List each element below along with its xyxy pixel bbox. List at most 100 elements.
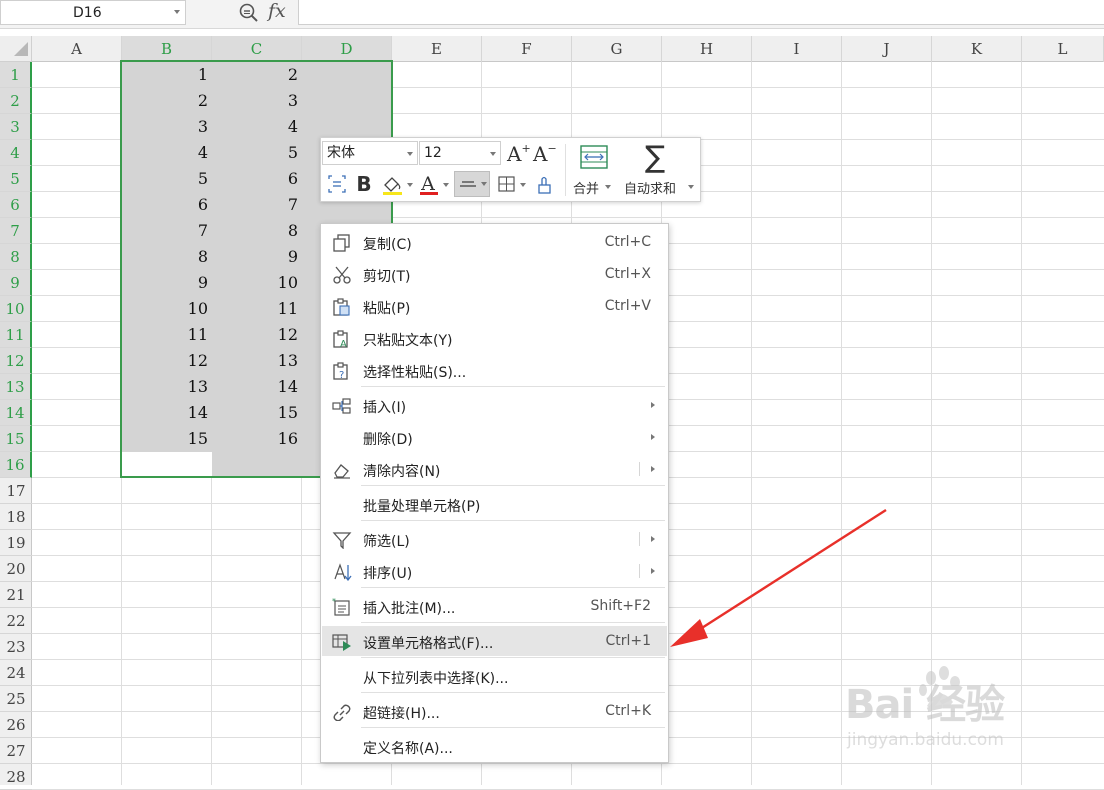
zoom-icon[interactable] (238, 2, 260, 24)
menu-item-label: 选择性粘贴(S)... (363, 365, 467, 381)
autosum-label[interactable]: 自动求和 (624, 178, 676, 197)
decrease-font-size-button[interactable]: A− (533, 142, 557, 166)
row-header-13[interactable]: 13 (0, 374, 32, 400)
submenu-divider (639, 564, 640, 578)
menu-item-7[interactable]: 删除(D) (322, 422, 667, 452)
row-header-24[interactable]: 24 (0, 660, 32, 686)
menu-item-6[interactable]: 插入(I) (322, 390, 667, 420)
borders-dropdown-icon[interactable] (520, 183, 526, 187)
row-header-5[interactable]: 5 (0, 166, 32, 192)
font-color-dropdown-icon[interactable] (443, 183, 449, 187)
menu-item-label: 排序(U) (363, 566, 413, 582)
bold-button[interactable]: B (354, 172, 374, 196)
row-header-21[interactable]: 21 (0, 582, 32, 608)
menu-item-12[interactable]: * 插入批注(M)... Shift+F2 (322, 591, 667, 621)
autosum-sigma-icon[interactable]: ∑ (645, 140, 665, 175)
row-header-18[interactable]: 18 (0, 504, 32, 530)
column-header-D[interactable]: D (302, 36, 392, 62)
decrease-font-icon: A (533, 142, 548, 166)
menu-item-10[interactable]: 筛选(L) (322, 524, 667, 554)
menu-item-4[interactable]: A 只粘贴文本(Y) (322, 323, 667, 353)
font-size-select[interactable]: 12 (419, 141, 501, 165)
menu-item-label: 插入(I) (363, 400, 407, 416)
menu-separator (361, 587, 665, 588)
toolbar-divider (565, 144, 566, 196)
menu-item-8[interactable]: 清除内容(N) (322, 454, 667, 484)
autosum-dropdown-icon[interactable] (688, 185, 694, 189)
row-header-22[interactable]: 22 (0, 608, 32, 634)
menu-item-label: 只粘贴文本(Y) (363, 333, 453, 349)
column-header-H[interactable]: H (662, 36, 752, 62)
row-header-6[interactable]: 6 (0, 192, 32, 218)
row-header-17[interactable]: 17 (0, 478, 32, 504)
menu-separator (361, 485, 665, 486)
menu-item-1[interactable]: 复制(C) Ctrl+C (322, 227, 667, 257)
row-header-9[interactable]: 9 (0, 270, 32, 296)
row-header-12[interactable]: 12 (0, 348, 32, 374)
merge-cells-icon[interactable] (579, 144, 609, 170)
row-header-26[interactable]: 26 (0, 712, 32, 738)
row-header-8[interactable]: 8 (0, 244, 32, 270)
increase-font-size-button[interactable]: A+ (507, 142, 531, 166)
menu-item-3[interactable]: 粘贴(P) Ctrl+V (322, 291, 667, 321)
menu-item-label: 设置单元格格式(F)... (363, 636, 494, 652)
chevron-down-icon[interactable] (174, 10, 180, 14)
menu-item-11[interactable]: 排序(U) (322, 556, 667, 586)
menu-separator (361, 727, 665, 728)
align-center-button[interactable] (454, 171, 490, 197)
row-header-4[interactable]: 4 (0, 140, 32, 166)
column-header-I[interactable]: I (752, 36, 842, 62)
borders-icon[interactable] (497, 172, 517, 196)
font-name-select[interactable]: 宋体 (322, 141, 418, 165)
row-header-1[interactable]: 1 (0, 62, 32, 88)
name-box[interactable]: D16 (0, 0, 186, 25)
svg-text:?: ? (339, 370, 344, 380)
row-header-19[interactable]: 19 (0, 530, 32, 556)
format-painter-icon[interactable] (533, 172, 555, 196)
row-header-2[interactable]: 2 (0, 88, 32, 114)
row-header-14[interactable]: 14 (0, 400, 32, 426)
menu-item-label: 批量处理单元格(P) (363, 499, 481, 515)
wrap-text-icon[interactable] (326, 172, 348, 196)
scissors-icon (333, 266, 351, 284)
row-header-3[interactable]: 3 (0, 114, 32, 140)
menu-item-label: 从下拉列表中选择(K)... (363, 671, 509, 687)
fx-icon[interactable]: fx (268, 0, 286, 22)
fill-color-icon[interactable] (380, 172, 406, 196)
menu-item-label: 剪切(T) (363, 269, 411, 285)
column-header-C[interactable]: C (212, 36, 302, 62)
column-header-F[interactable]: F (482, 36, 572, 62)
menu-item-5[interactable]: ? 选择性粘贴(S)... (322, 355, 667, 385)
formula-input[interactable] (298, 0, 1104, 25)
column-header-E[interactable]: E (392, 36, 482, 62)
row-header-23[interactable]: 23 (0, 634, 32, 660)
menu-item-14[interactable]: 从下拉列表中选择(K)... (322, 661, 667, 691)
menu-item-13[interactable]: 设置单元格格式(F)... Ctrl+1 (322, 626, 667, 656)
row-header-28[interactable]: 28 (0, 764, 32, 790)
row-header-25[interactable]: 25 (0, 686, 32, 712)
row-header-10[interactable]: 10 (0, 296, 32, 322)
menu-item-2[interactable]: 剪切(T) Ctrl+X (322, 259, 667, 289)
menu-item-label: 定义名称(A)... (363, 741, 453, 757)
menu-item-9[interactable]: 批量处理单元格(P) (322, 489, 667, 519)
row-header-7[interactable]: 7 (0, 218, 32, 244)
fill-color-dropdown-icon[interactable] (407, 183, 413, 187)
column-header-G[interactable]: G (572, 36, 662, 62)
column-header-L[interactable]: L (1022, 36, 1104, 62)
column-header-B[interactable]: B (122, 36, 212, 62)
row-header-11[interactable]: 11 (0, 322, 32, 348)
merge-label[interactable]: 合并 (573, 178, 599, 197)
row-header-27[interactable]: 27 (0, 738, 32, 764)
submenu-arrow-icon (651, 402, 655, 408)
row-header-20[interactable]: 20 (0, 556, 32, 582)
row-header-16[interactable]: 16 (0, 452, 32, 478)
menu-item-label: 删除(D) (363, 432, 413, 448)
merge-dropdown-icon[interactable] (605, 185, 611, 189)
column-header-K[interactable]: K (932, 36, 1022, 62)
column-header-A[interactable]: A (32, 36, 122, 62)
column-header-J[interactable]: J (842, 36, 932, 62)
menu-item-16[interactable]: 定义名称(A)... (322, 731, 667, 761)
menu-item-15[interactable]: 超链接(H)... Ctrl+K (322, 696, 667, 726)
row-header-15[interactable]: 15 (0, 426, 32, 452)
menu-item-shortcut: Ctrl+X (604, 266, 651, 282)
